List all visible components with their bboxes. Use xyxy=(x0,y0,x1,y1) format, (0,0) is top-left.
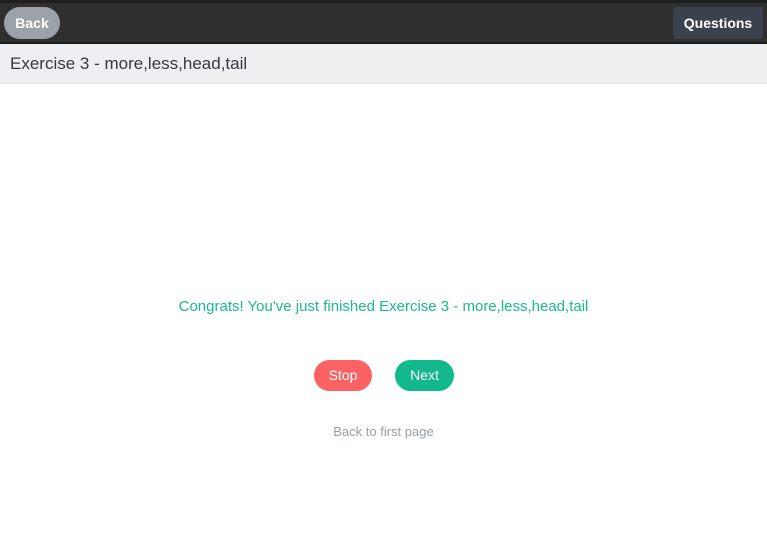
back-to-first-page-link[interactable]: Back to first page xyxy=(0,424,767,439)
top-navigation-bar: Back Questions xyxy=(0,0,767,44)
title-bar: Exercise 3 - more,less,head,tail xyxy=(0,44,767,84)
congrats-message: Congrats! You've just finished Exercise … xyxy=(178,298,589,315)
questions-button[interactable]: Questions xyxy=(673,7,763,39)
stop-button[interactable]: Stop xyxy=(314,360,372,391)
back-button[interactable]: Back xyxy=(4,7,60,39)
page-title: Exercise 3 - more,less,head,tail xyxy=(10,54,248,73)
next-button[interactable]: Next xyxy=(395,360,454,391)
